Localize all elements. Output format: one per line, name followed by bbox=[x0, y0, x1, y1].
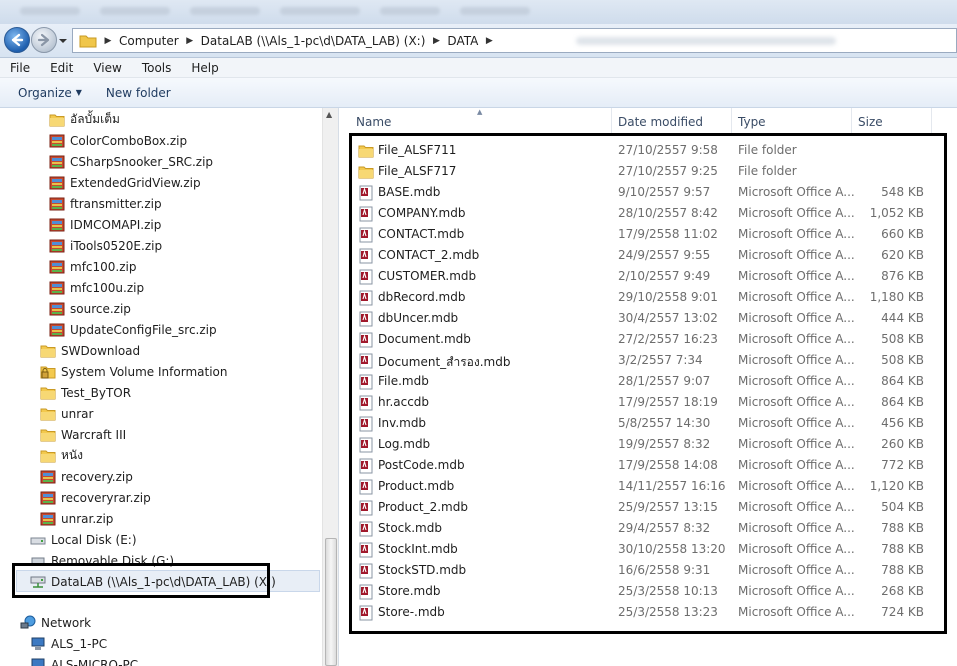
address-row: ▶ Computer ▶ DataLAB (\\Als_1-pc\d\DATA_L… bbox=[0, 24, 957, 58]
sort-ascending-icon: ▲ bbox=[477, 108, 483, 116]
column-header-size[interactable]: Size bbox=[852, 108, 932, 134]
chevron-right-icon[interactable]: ▶ bbox=[482, 36, 496, 46]
computer-icon bbox=[30, 636, 46, 652]
menu-view[interactable]: View bbox=[83, 61, 131, 75]
new-folder-button[interactable]: New folder bbox=[106, 86, 171, 100]
menu-tools[interactable]: Tools bbox=[132, 61, 182, 75]
nav-item-label: อัลบั้มเต็ม bbox=[70, 112, 120, 126]
chevron-right-icon[interactable]: ▶ bbox=[101, 36, 115, 46]
column-header-date[interactable]: Date modified bbox=[612, 108, 732, 134]
folder-icon bbox=[79, 35, 97, 47]
command-toolbar: Organize ▼ New folder bbox=[0, 78, 957, 108]
breadcrumb-computer[interactable]: Computer bbox=[115, 34, 183, 48]
annotation-box-files bbox=[349, 133, 947, 634]
breadcrumb-data[interactable]: DATA bbox=[443, 34, 482, 48]
menu-help[interactable]: Help bbox=[181, 61, 228, 75]
column-header-type[interactable]: Type bbox=[732, 108, 852, 134]
chevron-right-icon[interactable]: ▶ bbox=[429, 36, 443, 46]
breadcrumb-drive[interactable]: DataLAB (\\Als_1-pc\d\DATA_LAB) (X:) bbox=[197, 34, 430, 48]
chevron-right-icon[interactable]: ▶ bbox=[183, 36, 197, 46]
recent-pages-dropdown-icon[interactable] bbox=[58, 36, 68, 46]
menu-bar: File Edit View Tools Help bbox=[0, 58, 957, 78]
nav-item[interactable]: อัลบั้มเต็ม bbox=[49, 109, 120, 130]
menu-edit[interactable]: Edit bbox=[40, 61, 83, 75]
organize-button[interactable]: Organize bbox=[18, 86, 72, 100]
nav-item[interactable]: ALS-MICRO-PC bbox=[30, 654, 138, 666]
window-title-strip bbox=[0, 0, 957, 24]
scroll-up-icon[interactable]: ▲ bbox=[326, 110, 332, 119]
arrow-left-icon bbox=[11, 33, 24, 47]
forward-button[interactable] bbox=[31, 27, 57, 53]
nav-item-label: ALS-MICRO-PC bbox=[51, 657, 139, 666]
nav-item[interactable]: ALS_1-PC bbox=[30, 633, 107, 654]
back-button[interactable] bbox=[4, 27, 30, 53]
arrow-right-icon bbox=[37, 33, 50, 47]
address-bar[interactable]: ▶ Computer ▶ DataLAB (\\Als_1-pc\d\DATA_L… bbox=[72, 28, 957, 53]
folder-icon bbox=[49, 112, 65, 128]
nav-item-label: ALS_1-PC bbox=[51, 636, 108, 651]
computer-icon bbox=[30, 657, 46, 666]
menu-file[interactable]: File bbox=[0, 61, 40, 75]
chevron-down-icon[interactable]: ▼ bbox=[76, 88, 82, 97]
